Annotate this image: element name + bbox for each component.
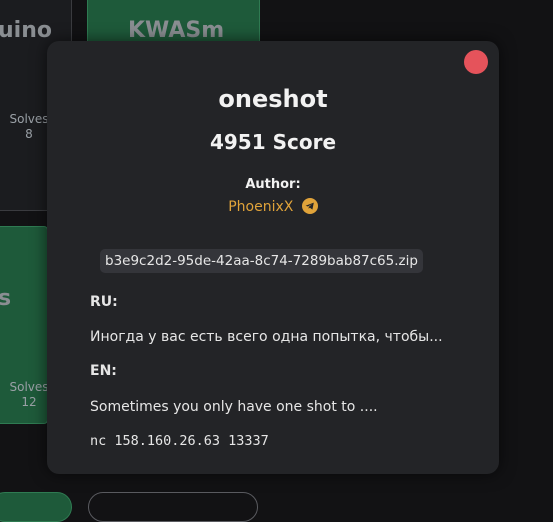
en-label: EN: <box>90 363 117 379</box>
author-label: Author: <box>245 177 301 192</box>
challenge-modal: oneshot 4951 Score Author: PhoenixX b3e9… <box>47 41 499 474</box>
solves-label: Solves <box>9 380 49 394</box>
connection-command: nc 158.160.26.63 13337 <box>90 433 269 449</box>
challenge-card-kwasm-title: KWASm <box>128 18 225 43</box>
close-button[interactable] <box>464 50 488 74</box>
file-download-chip[interactable]: b3e9c2d2-95de-42aa-8c74-7289bab87c65.zip <box>100 249 423 273</box>
author-link[interactable]: PhoenixX <box>228 199 293 215</box>
solves-label: Solves <box>9 112 49 126</box>
telegram-icon[interactable] <box>301 198 318 214</box>
challenge-title: oneshot <box>218 85 328 113</box>
solves-count: 8 <box>25 127 33 141</box>
challenge-card-solved-title: s <box>0 286 12 311</box>
ru-description: Иногда у вас есть всего одна попытка, чт… <box>90 329 443 345</box>
en-description: Sometimes you only have one shot to .... <box>90 399 378 415</box>
filter-pill-green[interactable] <box>0 492 72 522</box>
filter-pill-outline[interactable] <box>88 492 258 522</box>
ru-label: RU: <box>90 294 118 310</box>
challenge-score: 4951 Score <box>209 130 337 154</box>
author-row: PhoenixX <box>47 198 499 215</box>
challenge-card-arduino-title: uino <box>0 18 52 43</box>
solves-count: 12 <box>21 395 37 409</box>
